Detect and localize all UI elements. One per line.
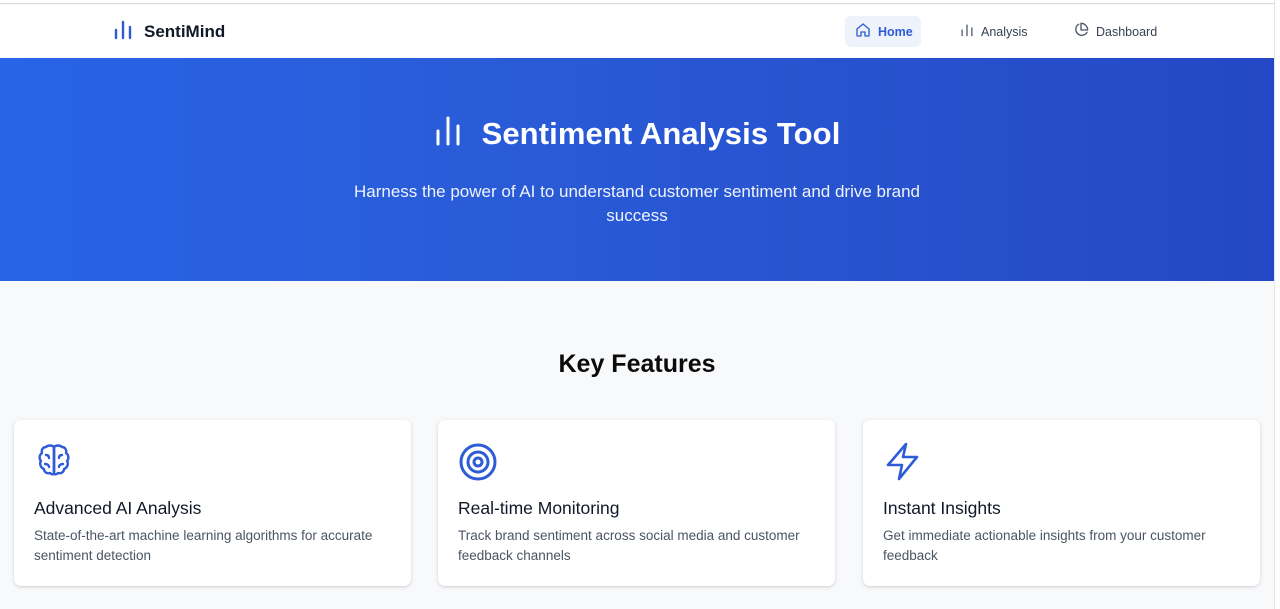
hero-subtitle: Harness the power of AI to understand cu…: [353, 182, 921, 225]
page-title: Sentiment Analysis Tool: [481, 115, 841, 151]
nav-item-label: Dashboard: [1096, 24, 1158, 39]
feature-description: Track brand sentiment across social medi…: [458, 528, 800, 563]
hero-heading: Sentiment Analysis Tool: [0, 115, 1274, 152]
feature-title: Advanced AI Analysis: [34, 498, 202, 518]
brand-name: SentiMind: [144, 22, 226, 41]
pie-chart-icon: [1073, 22, 1089, 41]
nav-item-label: Home: [878, 24, 913, 39]
feature-description: State-of-the-art machine learning algori…: [34, 528, 373, 563]
bar-chart-icon: [960, 23, 974, 40]
lightning-icon: [883, 441, 923, 481]
target-icon: [458, 441, 498, 481]
nav-item-analysis[interactable]: Analysis: [950, 16, 1042, 47]
nav-item-home[interactable]: Home: [845, 16, 921, 47]
bar-chart-icon: [434, 115, 462, 152]
features-heading: Key Features: [558, 350, 716, 378]
nav-item-dashboard[interactable]: Dashboard: [1063, 16, 1169, 47]
feature-title: Real-time Monitoring: [458, 498, 620, 518]
nav-item-label: Analysis: [981, 24, 1028, 39]
home-icon: [855, 22, 871, 41]
scrollbar-gutter: [1274, 0, 1280, 609]
feature-card-insights: Instant Insights Get immediate actionabl…: [863, 420, 1260, 586]
brain-icon: [34, 441, 74, 481]
feature-card-monitoring: Real-time Monitoring Track brand sentime…: [438, 420, 835, 586]
brand[interactable]: SentiMind: [113, 20, 225, 44]
navbar: SentiMind Home Analysis Dashboard: [0, 5, 1274, 58]
bar-chart-icon: [113, 20, 133, 45]
page: SentiMind Home Analysis Dashboard Sentim…: [0, 0, 1280, 609]
feature-title: Instant Insights: [883, 498, 1001, 518]
feature-description: Get immediate actionable insights from y…: [883, 528, 1206, 563]
hero-banner: Sentiment Analysis Tool Harness the powe…: [0, 58, 1274, 281]
feature-card-ai-analysis: Advanced AI Analysis State-of-the-art ma…: [14, 420, 411, 586]
browser-top-edge: [0, 0, 1280, 4]
